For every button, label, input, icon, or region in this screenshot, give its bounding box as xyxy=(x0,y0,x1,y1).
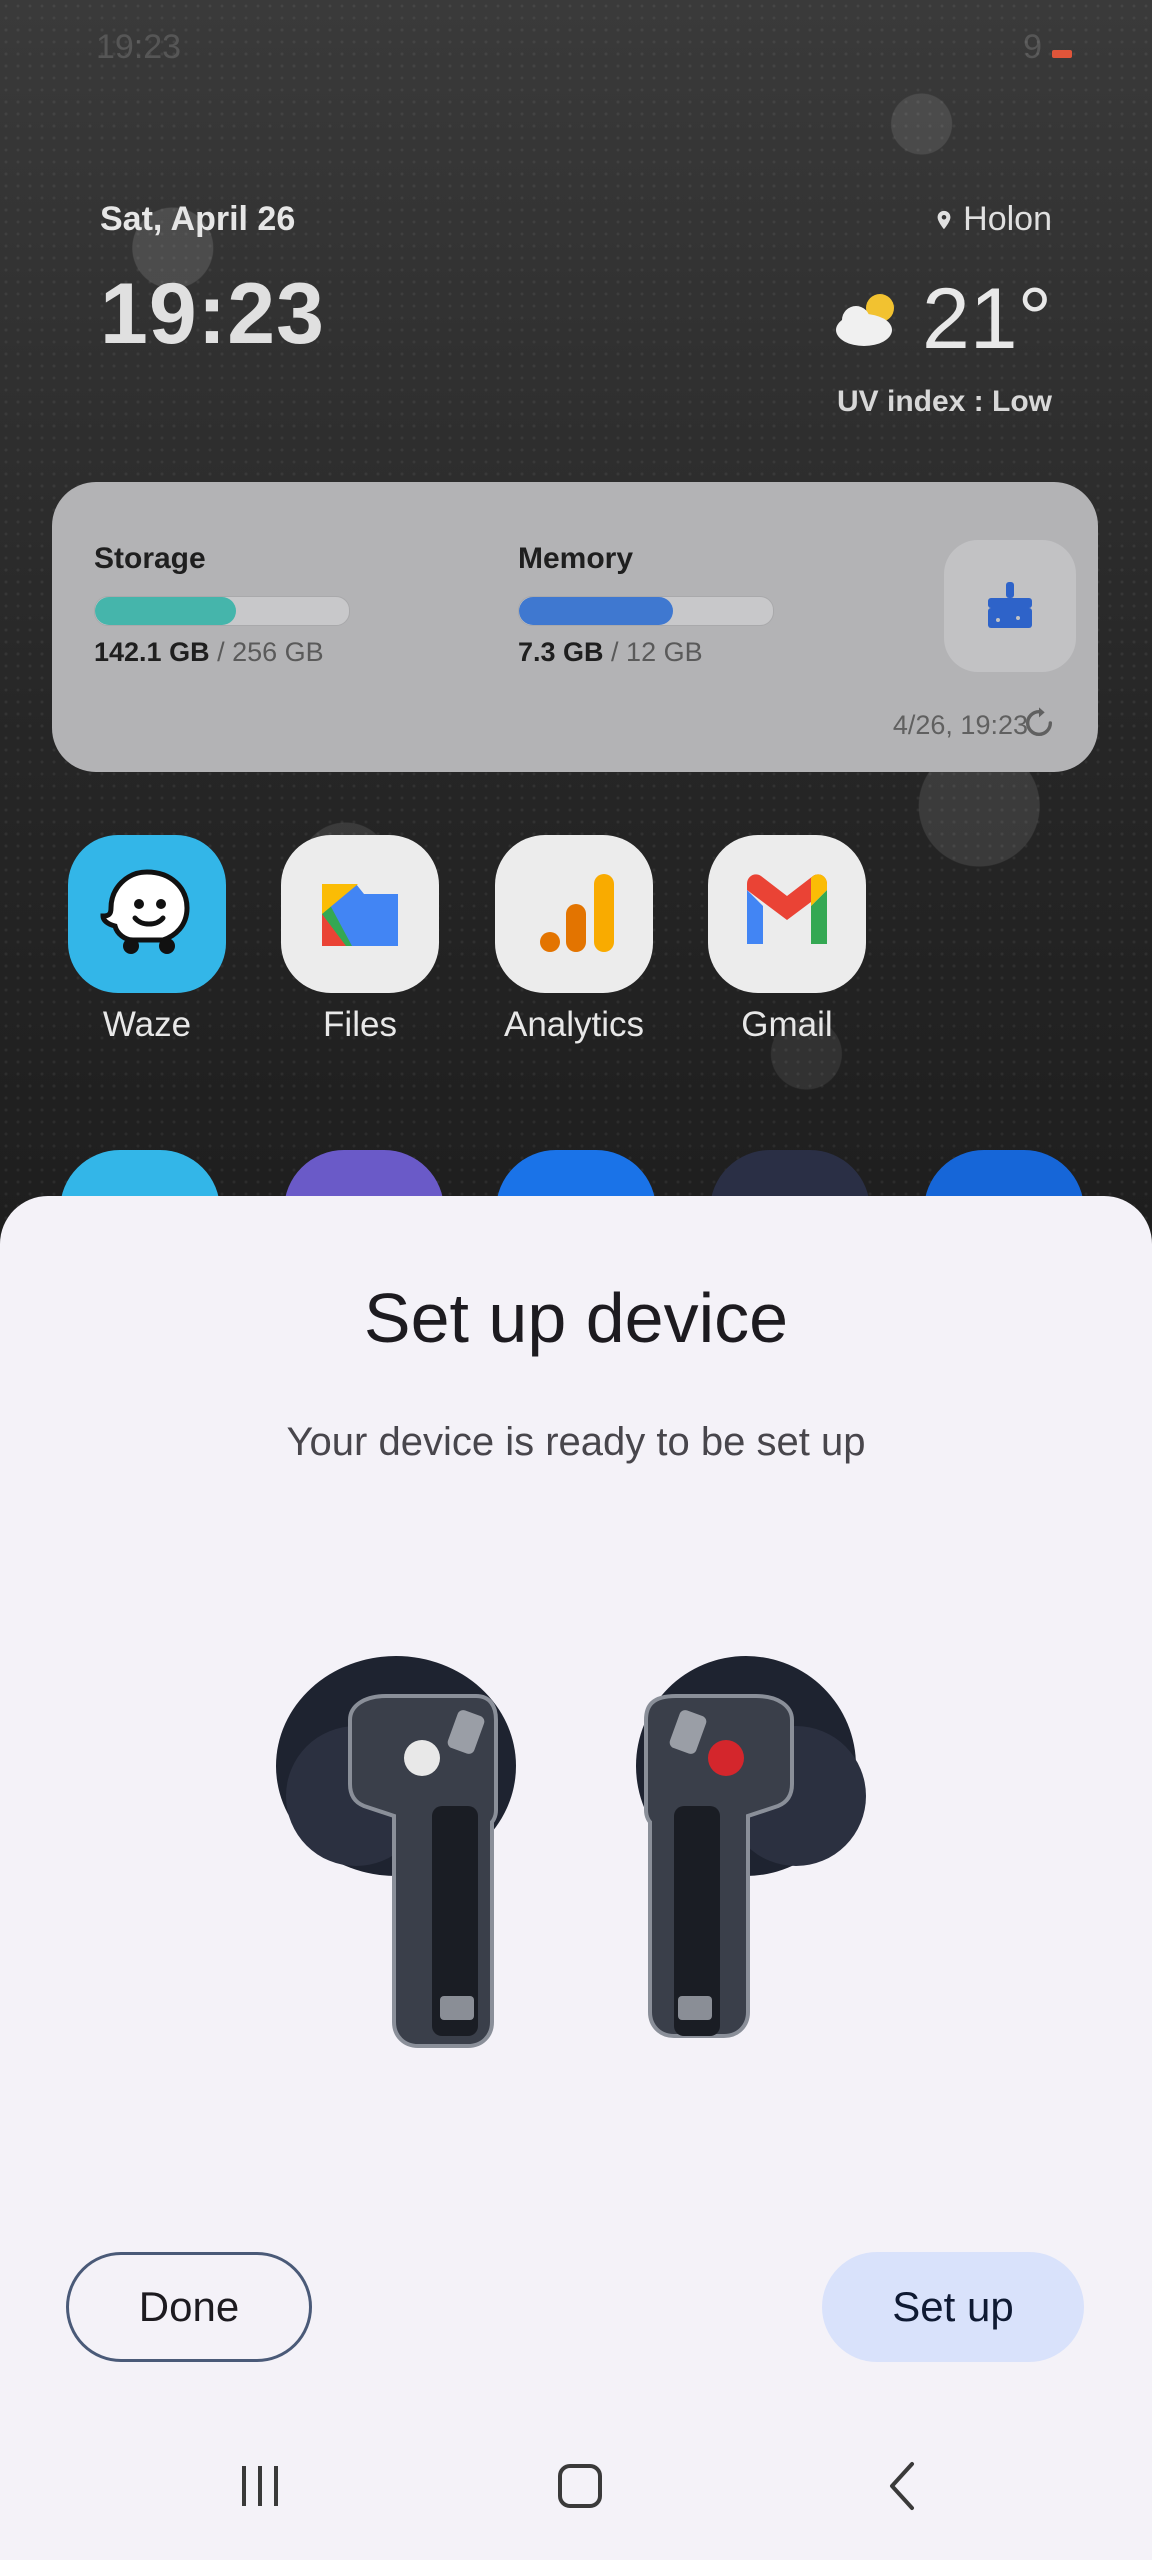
navigation-bar xyxy=(0,2436,1152,2546)
memory-label: Memory xyxy=(518,542,634,575)
done-button[interactable]: Done xyxy=(66,2252,312,2362)
storage-bar-fill xyxy=(95,597,236,625)
memory-used: 7.3 GB xyxy=(518,637,604,667)
analytics-icon xyxy=(495,835,653,993)
device-care-widget[interactable]: Storage 142.1 GB / 256 GB Memory 7.3 GB … xyxy=(52,482,1098,772)
files-icon xyxy=(281,835,439,993)
app-grid: Waze Files Analytics Gmail xyxy=(0,835,1152,1065)
partly-cloudy-icon xyxy=(835,293,894,346)
date-text[interactable]: Sat, April 26 xyxy=(100,200,295,239)
home-icon xyxy=(558,2464,602,2508)
earbuds-image xyxy=(276,1656,866,2048)
location-name: Holon xyxy=(963,200,1052,238)
app-analytics[interactable]: Analytics xyxy=(484,835,664,1045)
clock-text[interactable]: 19:23 xyxy=(100,265,325,364)
memory-bar xyxy=(518,596,774,626)
app-label: Files xyxy=(323,1005,397,1044)
set-up-button[interactable]: Set up xyxy=(822,2252,1084,2362)
status-time: 19:23 xyxy=(96,28,182,66)
back-icon xyxy=(890,2462,914,2510)
gmail-icon xyxy=(708,835,866,993)
weather-widget[interactable]: 21° xyxy=(828,270,1052,369)
memory-amount: 7.3 GB / 12 GB xyxy=(518,637,703,668)
last-updated: 4/26, 19:23 xyxy=(892,710,1028,740)
storage-bar xyxy=(94,596,350,626)
battery-level: 9 xyxy=(1023,28,1042,66)
app-label: Analytics xyxy=(503,1005,645,1044)
sheet-title: Set up device xyxy=(363,1279,789,1357)
setup-device-sheet: Set up device Your device is ready to be… xyxy=(0,1196,1152,2560)
app-files[interactable]: Files xyxy=(270,835,450,1045)
storage-used: 142.1 GB xyxy=(94,637,210,667)
battery-icon xyxy=(1052,50,1072,58)
storage-amount: 142.1 GB / 256 GB xyxy=(94,637,324,668)
home-button[interactable] xyxy=(530,2436,630,2536)
refresh-icon[interactable] xyxy=(1022,706,1056,740)
uv-index: UV index : Low xyxy=(836,385,1052,418)
location-pin-icon xyxy=(937,210,951,229)
storage-label: Storage xyxy=(94,542,206,575)
waze-icon xyxy=(68,835,226,993)
recent-apps-button[interactable] xyxy=(210,2436,310,2536)
sheet-subtitle: Your device is ready to be set up xyxy=(286,1420,866,1464)
app-label: Gmail xyxy=(741,1005,833,1044)
app-label: Waze xyxy=(102,1005,192,1044)
weather-location[interactable]: Holon xyxy=(933,200,1052,239)
clean-now-button[interactable] xyxy=(944,540,1076,672)
app-waze[interactable]: Waze xyxy=(57,835,237,1045)
storage-total: / 256 GB xyxy=(209,637,324,667)
memory-total: / 12 GB xyxy=(603,637,703,667)
memory-bar-fill xyxy=(519,597,674,625)
status-bar: 19:23 9 xyxy=(0,0,1152,90)
temperature: 21° xyxy=(921,271,1052,367)
back-button[interactable] xyxy=(854,2436,954,2536)
broom-icon xyxy=(988,582,1032,628)
recent-apps-icon xyxy=(242,2466,278,2506)
app-gmail[interactable]: Gmail xyxy=(697,835,877,1045)
